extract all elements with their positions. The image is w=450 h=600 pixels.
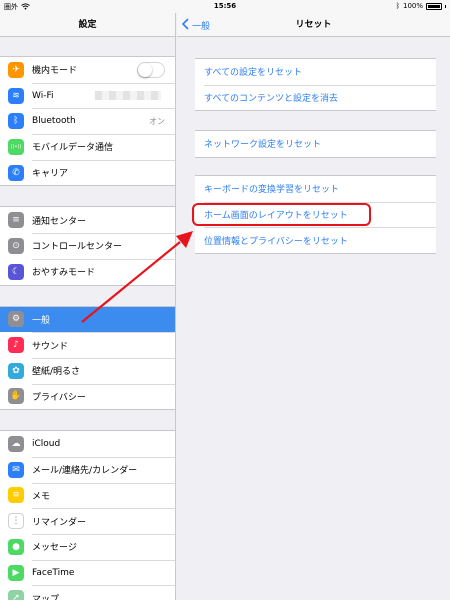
control-center-icon: ⊙ [8, 237, 24, 254]
sidebar-item[interactable]: ♪ サウンド [0, 332, 175, 358]
back-label: 一般 [192, 21, 211, 32]
notes-icon: ≡ [8, 487, 24, 504]
nav-bar: 一般 リセット [177, 13, 450, 37]
reset-network-settings[interactable]: ネットワーク設定をリセット [195, 131, 436, 157]
moon-icon: ☾ [8, 263, 24, 280]
sidebar-item[interactable]: ✉ メール/連絡先/カレンダー [0, 456, 175, 483]
settings-sidebar: 設定 ✈ 機内モード ≋ Wi-Fi ᛒ Bluetooth オン ((•)) モバイルデータ通… [0, 13, 176, 600]
sidebar-item[interactable]: ≡ メモ [0, 482, 175, 509]
sidebar-group: ≡ 通知センター ⊙ コントロールセンター ☾ おやすみモード [0, 206, 175, 286]
wallpaper-icon: ✿ [8, 362, 24, 379]
sidebar-item[interactable]: ● メッセージ [0, 534, 175, 560]
sidebar-item[interactable]: ✋ プライバシー [0, 383, 175, 410]
sidebar-item[interactable]: ➚ マップ [0, 585, 175, 600]
sidebar-item[interactable]: ☁ iCloud [0, 431, 175, 457]
reset-group-3: キーボードの変換学習をリセット ホーム画面のレイアウトをリセット 位置情報とプラ… [192, 175, 436, 255]
sidebar-item[interactable]: ᛒ Bluetooth オン [0, 108, 175, 134]
sidebar-item-label: おやすみモード [32, 268, 96, 279]
bluetooth-status-icon: ᛒ [395, 2, 400, 10]
sidebar-item[interactable]: ▶ FaceTime [0, 559, 175, 586]
sidebar-item[interactable]: ⚙ 一般 [0, 306, 175, 333]
sidebar-item-label: キャリア [32, 169, 69, 180]
sidebar-item-label: メモ [32, 491, 51, 502]
sidebar-item[interactable]: ☾ おやすみモード [0, 258, 175, 285]
sidebar-item-label: コントロールセンター [32, 242, 123, 253]
sidebar-item-label: Bluetooth [32, 116, 76, 127]
airplane-mode-toggle[interactable] [137, 61, 165, 78]
sidebar-group: ✈ 機内モード ≋ Wi-Fi ᛒ Bluetooth オン ((•)) モバイルデータ通信 ✆ キ… [0, 56, 175, 187]
sidebar-item-label: 通知センター [32, 216, 87, 227]
reset-location-privacy[interactable]: 位置情報とプライバシーをリセット [195, 227, 436, 253]
reset-all-settings[interactable]: すべての設定をリセット [195, 59, 436, 85]
sidebar-item-label: プライバシー [32, 392, 86, 403]
status-bar: 圏外 15:56 ᛒ 100% [0, 0, 450, 13]
sound-icon: ♪ [8, 337, 24, 354]
sidebar-group: ⚙ 一般 ♪ サウンド ✿ 壁紙/明るさ ✋ プライバシー [0, 305, 175, 411]
wifi-network-redacted [95, 91, 161, 101]
page-title: リセット [295, 20, 332, 30]
gear-icon: ⚙ [8, 311, 24, 328]
sidebar-title: 設定 [0, 13, 175, 37]
sidebar-item-label: Wi-Fi [32, 90, 54, 101]
reset-pane: 一般 リセット すべての設定をリセット すべてのコンテンツと設定を消去 ネットワ… [177, 13, 450, 600]
sidebar-item-label: メール/連絡先/カレンダー [32, 466, 138, 477]
phone-icon: ✆ [8, 164, 24, 181]
reset-home-screen-layout[interactable]: ホーム画面のレイアウトをリセット [192, 201, 436, 228]
sidebar-item-label: 機内モード [32, 66, 78, 77]
sidebar-item[interactable]: ((•)) モバイルデータ通信 [0, 134, 175, 160]
notification-center-icon: ≡ [8, 212, 24, 229]
reset-home-screen-layout-label: ホーム画面のレイアウトをリセット [204, 211, 348, 222]
sidebar-item-label: FaceTime [32, 567, 75, 578]
wifi-icon: ≋ [8, 87, 24, 104]
airplane-icon: ✈ [8, 61, 24, 78]
icloud-icon: ☁ [8, 436, 24, 453]
status-time: 15:56 [213, 2, 237, 10]
battery-percent: 100% [402, 2, 423, 10]
sidebar-item-label: メッセージ [32, 543, 77, 554]
sidebar-item-label: 壁紙/明るさ [32, 367, 81, 378]
maps-icon: ➚ [8, 590, 24, 600]
sidebar-item-value: オン [149, 116, 165, 126]
back-button[interactable]: 一般 [181, 13, 211, 37]
sidebar-item[interactable]: ≡ 通知センター [0, 207, 175, 233]
sidebar-item[interactable]: ✆ キャリア [0, 159, 175, 186]
sidebar-item-label: 一般 [32, 315, 51, 326]
sidebar-item-label: サウンド [32, 341, 69, 352]
reset-group-1: すべての設定をリセット すべてのコンテンツと設定を消去 [195, 58, 436, 112]
sidebar-group: ☁ iCloud ✉ メール/連絡先/カレンダー ≡ メモ ⋮ リマインダー ● メッセージ ▶ Fa… [0, 430, 175, 600]
cellular-icon: ((•)) [8, 138, 24, 155]
sidebar-item-label: iCloud [32, 439, 61, 450]
sidebar-item-label: モバイルデータ通信 [32, 143, 114, 154]
sidebar-item-label: リマインダー [32, 517, 87, 528]
bluetooth-icon: ᛒ [8, 113, 24, 130]
sidebar-item[interactable]: ⊙ コントロールセンター [0, 233, 175, 259]
hand-icon: ✋ [8, 388, 24, 405]
reset-keyboard-dictionary[interactable]: キーボードの変換学習をリセット [195, 176, 436, 202]
sidebar-item[interactable]: ⋮ リマインダー [0, 508, 175, 534]
reminders-icon: ⋮ [8, 513, 24, 530]
sidebar-item[interactable]: ✿ 壁紙/明るさ [0, 357, 175, 384]
sidebar-item[interactable]: ≋ Wi-Fi [0, 82, 175, 109]
facetime-icon: ▶ [8, 564, 24, 581]
battery-icon [426, 2, 442, 10]
chevron-left-icon [181, 18, 189, 32]
messages-icon: ● [8, 538, 24, 555]
erase-all-content[interactable]: すべてのコンテンツと設定を消去 [195, 84, 436, 111]
reset-group-2: ネットワーク設定をリセット [195, 130, 436, 158]
sidebar-item[interactable]: ✈ 機内モード [0, 57, 175, 83]
mail-icon: ✉ [8, 461, 24, 478]
sidebar-item-label: マップ [32, 594, 60, 600]
